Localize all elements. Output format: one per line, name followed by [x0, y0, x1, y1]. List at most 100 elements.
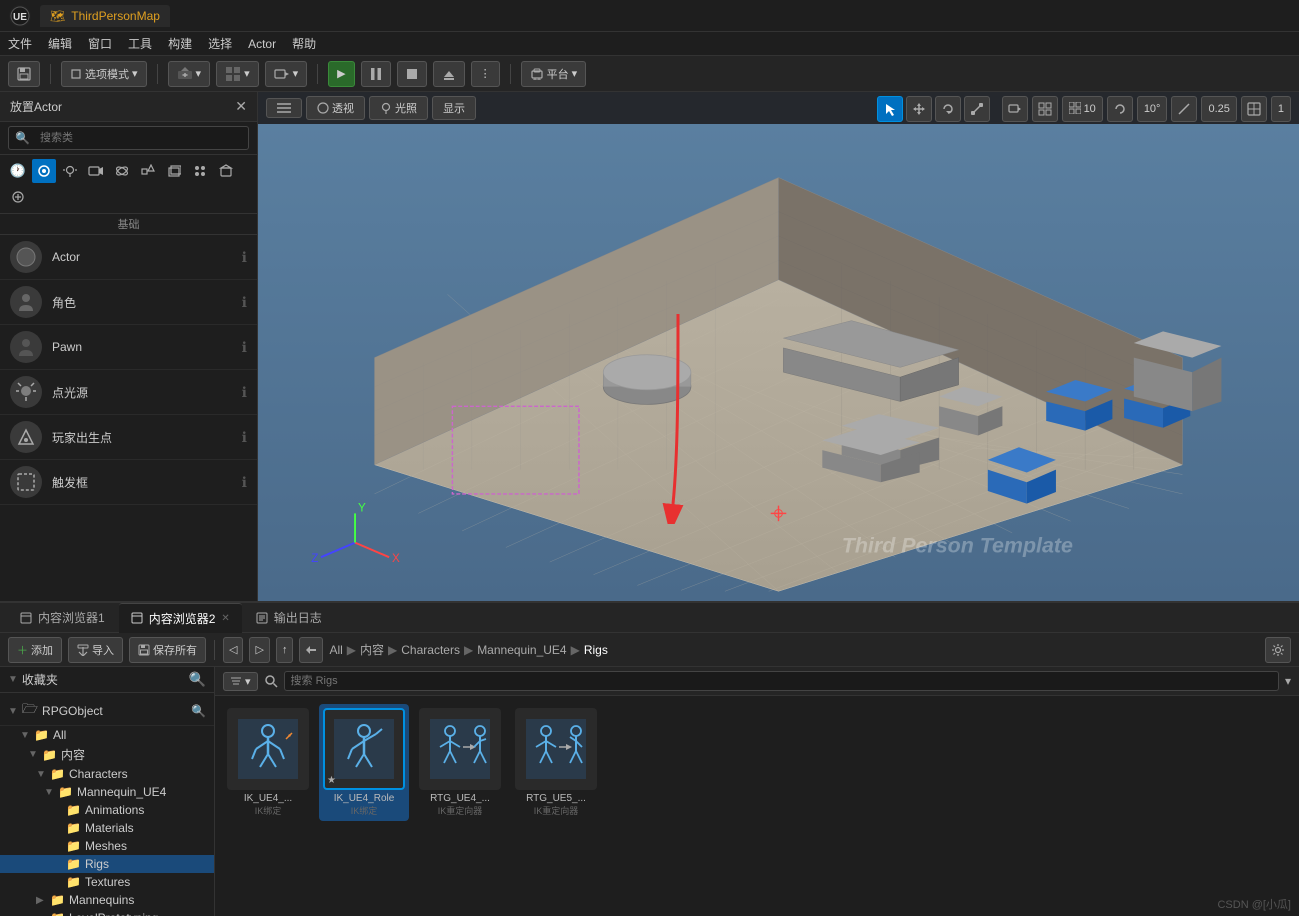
grid-size-control[interactable]: 10	[1062, 96, 1103, 122]
tree-mannequin-ue4[interactable]: ▼ 📁 Mannequin_UE4	[0, 783, 214, 801]
sort-button[interactable]: ▾	[223, 672, 258, 691]
tab-browser1[interactable]: 内容浏览器1	[8, 603, 117, 633]
tree-levelprototyping[interactable]: 📁 LevelPrototyping	[0, 909, 214, 916]
grid-snapping-tool[interactable]	[1032, 96, 1058, 122]
lighting-button[interactable]: 光照	[369, 96, 428, 120]
rotate-tool[interactable]	[935, 96, 961, 122]
save-all-button[interactable]: 保存所有	[129, 637, 206, 663]
tree-animations[interactable]: 📁 Animations	[0, 801, 214, 819]
close-tab-button[interactable]: ✕	[221, 613, 229, 624]
actor-item-pawn[interactable]: Pawn ℹ	[0, 325, 257, 370]
show-path-button[interactable]	[299, 637, 323, 663]
content-browser-settings-button[interactable]	[1265, 637, 1291, 663]
stop-button[interactable]	[397, 61, 427, 87]
tree-meshes[interactable]: 📁 Meshes	[0, 837, 214, 855]
tab-log[interactable]: 输出日志	[244, 603, 334, 633]
platform-button[interactable]: 平台 ▾	[521, 61, 587, 87]
menu-file[interactable]: 文件	[8, 35, 32, 52]
menu-build[interactable]: 构建	[168, 35, 192, 52]
asset-rtg-ue4[interactable]: RTG_UE4_... IK重定向器	[415, 704, 505, 821]
actor-info-btn-5[interactable]: ℹ	[242, 429, 247, 446]
physics-icon-btn[interactable]	[110, 159, 134, 183]
camera-speed-tool[interactable]	[1002, 96, 1028, 122]
menu-actor[interactable]: Actor	[248, 37, 276, 51]
menu-tools[interactable]: 工具	[128, 35, 152, 52]
breadcrumb-all[interactable]: All	[329, 643, 342, 657]
save-button[interactable]	[8, 61, 40, 87]
viewport[interactable]: 透视 光照 显示	[258, 92, 1299, 601]
select-mode-button[interactable]: 选项模式 ▾	[61, 61, 147, 87]
all-icon-btn[interactable]	[188, 159, 212, 183]
recent-icon-btn[interactable]: 🕐	[6, 159, 30, 183]
rotation-snap-tool[interactable]	[1107, 96, 1133, 122]
actor-search-input[interactable]	[34, 129, 242, 147]
folder-search-button[interactable]: 🔍	[189, 671, 206, 688]
hamburger-menu-button[interactable]	[266, 98, 302, 118]
tree-materials[interactable]: 📁 Materials	[0, 819, 214, 837]
scene-3d[interactable]: Z X Y Third Person Template	[258, 124, 1299, 601]
show-button[interactable]: 显示	[432, 96, 476, 120]
actor-info-btn-3[interactable]: ℹ	[242, 339, 247, 356]
actor-info-btn[interactable]: ℹ	[242, 249, 247, 266]
geometry-icon-btn[interactable]	[32, 159, 56, 183]
scale-snap-tool[interactable]	[1171, 96, 1197, 122]
cinematic-button[interactable]: ▾	[265, 61, 308, 87]
eject-button[interactable]	[433, 61, 465, 87]
extra-icon-btn[interactable]	[6, 185, 30, 209]
menu-window[interactable]: 窗口	[88, 35, 112, 52]
breadcrumb-content[interactable]: 内容	[360, 641, 384, 658]
actor-info-btn-4[interactable]: ℹ	[242, 384, 247, 401]
tree-content[interactable]: ▼ 📁 内容	[0, 744, 214, 765]
lights-icon-btn[interactable]	[58, 159, 82, 183]
perspective-button[interactable]: 透视	[306, 96, 365, 120]
import-button[interactable]: 导入	[68, 637, 123, 663]
shapes-icon-btn[interactable]	[136, 159, 160, 183]
tab-browser2[interactable]: 内容浏览器2 ✕	[119, 603, 242, 633]
menu-edit[interactable]: 编辑	[48, 35, 72, 52]
project-tab[interactable]: 🗺 ThirdPersonMap	[40, 5, 170, 27]
actor-item-role[interactable]: 角色 ℹ	[0, 280, 257, 325]
close-panel-button[interactable]: ✕	[235, 98, 247, 115]
add-content-button[interactable]: ＋ 添加	[8, 637, 62, 663]
menu-select[interactable]: 选择	[208, 35, 232, 52]
rotation-snap-value[interactable]: 10°	[1137, 96, 1168, 122]
nav-back-button[interactable]: ◁	[223, 637, 243, 663]
camera-icon-btn[interactable]	[84, 159, 108, 183]
actor-info-btn-6[interactable]: ℹ	[242, 474, 247, 491]
scale-tool[interactable]	[964, 96, 990, 122]
tree-rigs[interactable]: 📁 Rigs	[0, 855, 214, 873]
actor-item-trigger[interactable]: 触发框 ℹ	[0, 460, 257, 505]
more-play-button[interactable]: ⋮	[471, 61, 500, 87]
viewport-layout-tool[interactable]	[1241, 96, 1267, 122]
asset-search-input[interactable]	[284, 671, 1279, 691]
mesh-icon-btn[interactable]	[214, 159, 238, 183]
tree-characters[interactable]: ▼ 📁 Characters	[0, 765, 214, 783]
scale-snap-value[interactable]: 0.25	[1201, 96, 1236, 122]
actor-item-pointlight[interactable]: 点光源 ℹ	[0, 370, 257, 415]
favorites-header[interactable]: ▼ 收藏夹	[8, 671, 58, 688]
breadcrumb-mannequin[interactable]: Mannequin_UE4	[477, 643, 566, 657]
pause-button[interactable]	[361, 61, 391, 87]
add-button[interactable]: ▾	[168, 61, 211, 87]
volumes-icon-btn[interactable]	[162, 159, 186, 183]
breadcrumb-characters[interactable]: Characters	[401, 643, 460, 657]
tree-all[interactable]: ▼ 📁 All	[0, 726, 214, 744]
breadcrumb-rigs[interactable]: Rigs	[584, 643, 608, 657]
play-button[interactable]: ▶	[328, 61, 354, 87]
nav-forward-button[interactable]: ▷	[249, 637, 269, 663]
asset-ik-ue4-role[interactable]: ★ IK_UE4_Role IK绑定	[319, 704, 409, 821]
asset-rtg-ue5[interactable]: RTG_UE5_... IK重定向器	[511, 704, 601, 821]
select-tool[interactable]	[877, 96, 903, 122]
menu-help[interactable]: 帮助	[292, 35, 316, 52]
tree-textures[interactable]: 📁 Textures	[0, 873, 214, 891]
search-dropdown-arrow[interactable]: ▾	[1285, 674, 1291, 688]
tree-mannequins[interactable]: ▶ 📁 Mannequins	[0, 891, 214, 909]
nav-up-button[interactable]: ↑	[276, 637, 294, 663]
actor-item-playerstart[interactable]: 玩家出生点 ℹ	[0, 415, 257, 460]
actor-info-btn-2[interactable]: ℹ	[242, 294, 247, 311]
translate-tool[interactable]	[906, 96, 932, 122]
project-search-icon[interactable]: 🔍	[191, 704, 206, 718]
grid-button[interactable]: ▾	[216, 61, 259, 87]
actor-item-actor[interactable]: Actor ℹ	[0, 235, 257, 280]
asset-ik-ue4[interactable]: IK_UE4_... IK绑定	[223, 704, 313, 821]
